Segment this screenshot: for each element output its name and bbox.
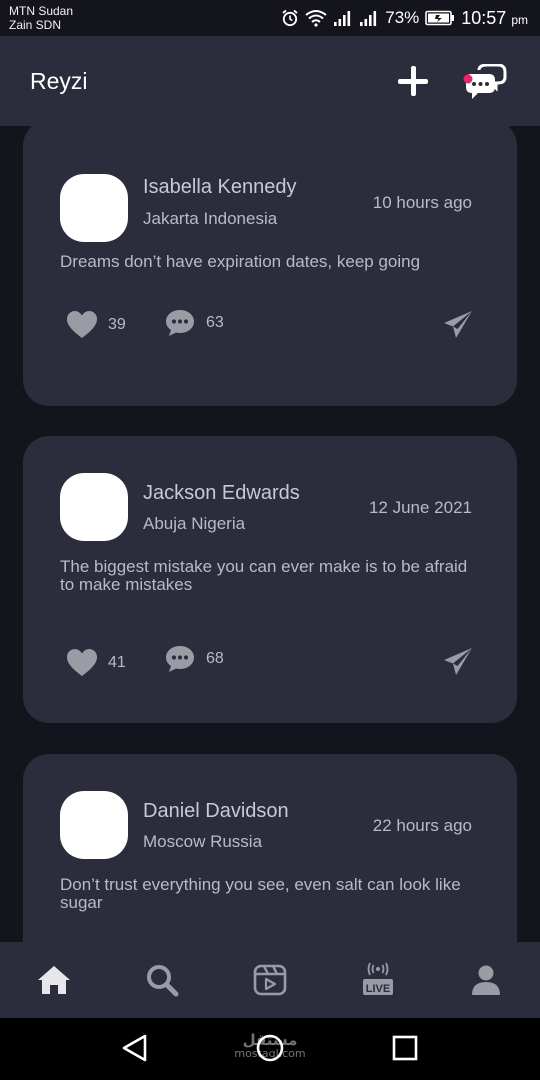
battery-percent: 73% [385,8,420,27]
share-send-icon[interactable] [442,309,474,341]
wifi-icon [305,10,327,27]
signal-icon [334,11,351,26]
bottom-navigation: LIVE [0,942,540,1018]
comment-count: 63 [206,314,224,331]
comment-icon [166,646,194,672]
post-author-location: Abuja Nigeria [143,514,246,533]
status-bar: MTN Sudan Zain SDN 73% 10:57 pm [0,0,540,36]
live-label: LIVE [366,983,390,995]
nav-home[interactable] [36,962,72,998]
back-icon[interactable] [119,1032,151,1064]
search-icon [147,965,179,997]
nav-search[interactable] [144,962,180,998]
like-count: 39 [108,316,126,333]
watermark-latin: mostaql.com [234,1047,306,1060]
share-send-icon[interactable] [442,646,474,678]
alarm-icon [282,9,298,27]
battery-charging-icon [425,10,455,26]
comment-button[interactable]: 68 [164,644,224,674]
recents-icon[interactable] [389,1032,421,1064]
watermark-arabic: مستقل [242,1031,298,1049]
nav-profile[interactable] [468,962,504,998]
signal-icon [360,11,377,26]
heart-icon [67,649,97,676]
post-text: Don’t trust everything you see, even sal… [60,875,461,912]
post-feed[interactable]: Isabella Kennedy Jakarta Indonesia 10 ho… [0,126,540,942]
avatar[interactable] [60,174,128,242]
post-author-location: Jakarta Indonesia [143,209,278,228]
chat-icon[interactable] [463,64,507,102]
app-title: Reyzi [30,68,88,94]
clock: 10:57 pm [461,8,528,29]
post-card[interactable]: Jackson Edwards Abuja Nigeria 12 June 20… [23,436,517,723]
comment-button[interactable]: 63 [164,308,224,338]
avatar[interactable] [60,791,128,859]
comment-icon [166,310,194,336]
clock-ampm: pm [511,12,528,27]
post-author-name[interactable]: Daniel Davidson [143,800,289,823]
clock-time: 10:57 [461,7,507,28]
live-icon: LIVE [363,962,393,995]
carrier-info: MTN Sudan Zain SDN [9,4,73,32]
carrier-2: Zain SDN [9,18,62,32]
comment-count: 68 [206,650,224,667]
like-button[interactable]: 41 [66,648,126,678]
home-icon [38,966,70,994]
post-text: The biggest mistake you can ever make is… [60,557,468,594]
profile-icon [472,965,500,995]
nav-reels[interactable] [252,962,288,998]
post-text: Dreams don’t have expiration dates, keep… [60,252,421,271]
post-time: 22 hours ago [372,816,472,835]
heart-icon [67,311,97,338]
post-time: 12 June 2021 [368,498,472,517]
like-button[interactable]: 39 [66,310,126,340]
system-navigation-bar: مستقل mostaql.com [0,1018,540,1080]
carrier-1: MTN Sudan [9,4,74,18]
post-author-name[interactable]: Jackson Edwards [143,482,300,505]
watermark: مستقل mostaql.com [225,1032,315,1060]
app-bar: Reyzi [0,36,540,126]
post-author-location: Moscow Russia [143,832,263,851]
post-time: 10 hours ago [372,193,472,212]
post-author-name[interactable]: Isabella Kennedy [143,176,296,199]
nav-live[interactable]: LIVE [360,962,396,998]
add-icon[interactable] [395,63,431,99]
post-card[interactable]: Daniel Davidson Moscow Russia 22 hours a… [23,754,517,942]
avatar[interactable] [60,473,128,541]
status-icons: 73% 10:57 pm [281,6,528,30]
reels-icon [253,964,287,996]
like-count: 41 [108,654,126,671]
post-card[interactable]: Isabella Kennedy Jakarta Indonesia 10 ho… [23,126,517,406]
